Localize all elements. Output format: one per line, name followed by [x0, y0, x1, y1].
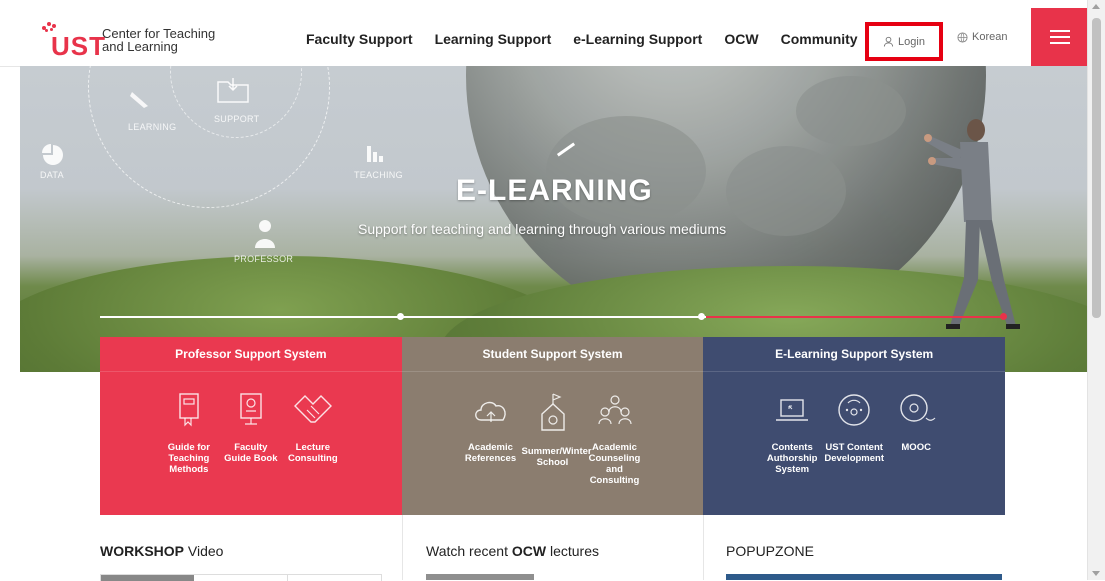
item-label: Academic References	[464, 442, 517, 464]
workshop-tab-active[interactable]	[101, 575, 194, 581]
hero-label-data: DATA	[40, 170, 64, 180]
ocw-prefix: Watch recent	[426, 543, 512, 559]
book-icon	[179, 393, 199, 427]
e-learning-support-panel: E-Learning Support System Contents Autho…	[703, 337, 1006, 515]
page-scrollbar[interactable]	[1087, 0, 1105, 580]
nav-learning-support[interactable]: Learning Support	[435, 31, 552, 47]
panel-title: Student Support System	[401, 337, 704, 372]
hero-label-support: SUPPORT	[214, 114, 260, 124]
disc-icon	[900, 394, 936, 422]
login-label: Login	[898, 35, 925, 48]
language-label: Korean	[972, 31, 1008, 43]
guide-teaching-methods-link[interactable]: Guide for Teaching Methods	[158, 392, 220, 475]
nav-faculty-support[interactable]: Faculty Support	[306, 31, 413, 47]
slide-progress-fill	[706, 316, 1005, 318]
item-label: Faculty Guide Book	[224, 442, 278, 464]
ust-content-development-link[interactable]: UST Content Development	[823, 392, 885, 475]
workshop-rest: Video	[184, 543, 224, 559]
bar-chart-icon	[367, 146, 383, 162]
bottom-sections: WORKSHOP Video Watch recent OCW lectures…	[0, 515, 1088, 581]
cloud-upload-icon	[474, 401, 506, 422]
main-nav: Faculty Support Learning Support e-Learn…	[306, 31, 880, 47]
hero-label-teaching: TEACHING	[354, 170, 403, 180]
login-button[interactable]: Login	[865, 22, 943, 61]
ocw-suffix: lectures	[546, 543, 599, 559]
summer-winter-school-link[interactable]: Summer/Winter School	[522, 392, 592, 486]
ocw-bold: OCW	[511, 543, 547, 559]
item-label: Summer/Winter School	[521, 446, 592, 468]
pie-chart-icon	[42, 144, 63, 165]
logo-text: UST	[51, 31, 106, 61]
ocw-thumbnail[interactable]	[426, 574, 534, 580]
item-label: Academic Counseling and Consulting	[588, 442, 641, 486]
academic-counseling-link[interactable]: Academic Counseling and Consulting	[584, 392, 646, 486]
slide-progress-bar[interactable]	[100, 313, 1007, 320]
people-group-icon	[597, 395, 632, 425]
item-label: MOOC	[901, 442, 931, 453]
laptop-icon	[776, 399, 809, 421]
language-switch[interactable]: Korean	[957, 31, 1007, 43]
item-label: Guide for Teaching Methods	[167, 442, 210, 475]
hero-label-learning: LEARNING	[128, 122, 177, 132]
folder-icon	[217, 78, 249, 103]
scroll-down-icon[interactable]	[1092, 571, 1100, 576]
nav-community[interactable]: Community	[781, 31, 858, 47]
lecture-consulting-link[interactable]: Lecture Consulting	[282, 392, 344, 475]
center-name[interactable]: Center for Teaching and Learning	[102, 27, 232, 53]
scroll-thumb[interactable]	[1092, 18, 1101, 318]
item-label: Contents Authorship System	[766, 442, 818, 475]
student-support-panel: Student Support System Academic Referenc…	[401, 337, 704, 515]
slide-dot-3[interactable]	[1000, 313, 1007, 320]
workshop-bold: WORKSHOP	[100, 543, 184, 559]
handshake-icon	[293, 395, 332, 423]
item-label: Lecture Consulting	[288, 442, 338, 464]
ust-logo[interactable]: UST	[20, 12, 105, 60]
hero-title: E-LEARNING	[456, 174, 653, 207]
businessman-pushing-image	[924, 119, 1020, 329]
professor-icon	[255, 220, 275, 248]
menu-hamburger-icon[interactable]	[1031, 8, 1088, 66]
nav-ocw[interactable]: OCW	[724, 31, 758, 47]
slide-dot-2[interactable]	[698, 313, 705, 320]
item-label: UST Content Development	[824, 442, 884, 464]
panel-title: Professor Support System	[100, 337, 402, 372]
support-panels: Professor Support System Guide for Teach…	[100, 337, 1006, 515]
globe-icon	[957, 31, 968, 43]
nav-e-learning-support[interactable]: e-Learning Support	[573, 31, 702, 47]
slide-dot-1[interactable]	[397, 313, 404, 320]
popup-image[interactable]	[726, 574, 1002, 580]
hero-banner: LEARNING SUPPORT DATA TEACHING PROFESSOR…	[20, 66, 1088, 372]
workshop-video-heading[interactable]: WORKSHOP Video	[100, 543, 223, 559]
faculty-guide-book-link[interactable]: Faculty Guide Book	[220, 392, 282, 475]
scroll-up-icon[interactable]	[1092, 4, 1100, 9]
ocw-lectures-heading[interactable]: Watch recent OCW lectures	[426, 543, 599, 559]
academic-references-link[interactable]: Academic References	[460, 392, 522, 486]
hero-label-professor: PROFESSOR	[234, 254, 294, 264]
center-name-line2: and Learning	[102, 39, 178, 54]
school-flag-icon	[540, 393, 565, 431]
professor-support-panel: Professor Support System Guide for Teach…	[100, 337, 402, 515]
popupzone-heading[interactable]: POPUPZONE	[726, 543, 814, 559]
presentation-board-icon	[240, 393, 262, 425]
pencil-icon	[130, 92, 148, 108]
contents-authorship-link[interactable]: Contents Authorship System	[761, 392, 823, 475]
mooc-link[interactable]: MOOC	[885, 392, 947, 475]
hero-subtitle: Support for teaching and learning throug…	[358, 221, 727, 237]
gauge-icon	[838, 394, 870, 426]
user-icon	[883, 36, 894, 47]
site-header: UST Center for Teaching and Learning Fac…	[0, 0, 1088, 67]
panel-title: E-Learning Support System	[703, 337, 1006, 372]
